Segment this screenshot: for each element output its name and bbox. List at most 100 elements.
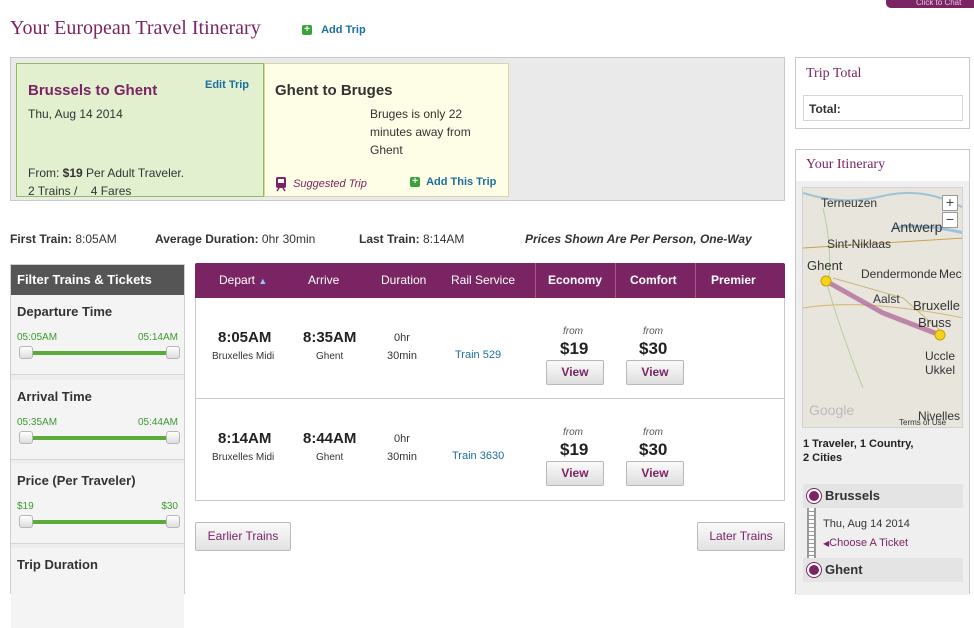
filter-panel: Filter Trains & Tickets Departure Time 0…: [10, 264, 185, 628]
last-train-stat: Last Train: 8:14AM: [359, 232, 464, 246]
suggested-trip-badge: Suggested Trip: [275, 176, 367, 192]
sort-asc-icon: ▲: [258, 276, 268, 286]
plus-icon: +: [410, 177, 420, 188]
range-bar: [21, 351, 176, 355]
itinerary-summary: 1 Traveler, 1 Country, 2 Cities: [803, 437, 913, 465]
route-map[interactable]: Terneuzen Antwerp Sint-Niklaas Ghent Den…: [802, 187, 963, 428]
comfort-from-label: from: [643, 427, 663, 438]
map-label-terneuzen: Terneuzen: [821, 196, 878, 210]
arrive-station: Ghent: [316, 452, 344, 463]
first-train-label: First Train:: [10, 232, 73, 246]
add-this-trip-link[interactable]: + Add This Trip: [410, 176, 496, 188]
map-label-mech: Mech: [939, 267, 962, 281]
comfort-from-label: from: [643, 326, 663, 337]
duration: 0hr 30min: [377, 329, 427, 365]
fares-count: 4 Fares: [90, 184, 132, 198]
from-price: $19: [62, 166, 83, 180]
range-max-handle[interactable]: [166, 431, 180, 444]
column-separator: [695, 263, 696, 298]
range-min-handle[interactable]: [19, 515, 33, 528]
filter-min: 05:05AM: [17, 332, 58, 343]
view-comfort-button[interactable]: View: [626, 461, 684, 486]
filter-min: 05:35AM: [17, 417, 58, 428]
depart-time: 8:14AM: [218, 430, 272, 447]
earlier-trains-button[interactable]: Earlier Trains: [195, 522, 291, 551]
rail-service-link[interactable]: Train 529: [455, 349, 501, 361]
view-comfort-button[interactable]: View: [626, 360, 684, 385]
trip-total-value: Total:: [803, 95, 963, 121]
from-prefix: From:: [28, 166, 63, 180]
economy-from-label: from: [563, 427, 583, 438]
current-trip-card[interactable]: Brussels to Ghent Edit Trip Thu, Aug 14 …: [16, 63, 264, 198]
column-arrive[interactable]: Arrive: [308, 273, 339, 287]
choose-ticket-link[interactable]: ◀Choose A Ticket: [823, 537, 908, 549]
map-label-aalst: Aalst: [873, 292, 900, 306]
range-bar: [21, 520, 176, 524]
range-max-handle[interactable]: [166, 515, 180, 528]
economy-from-label: from: [563, 326, 583, 337]
view-economy-button[interactable]: View: [546, 461, 604, 486]
itinerary-origin: Brussels: [803, 484, 963, 508]
add-trip-link[interactable]: + Add Trip: [302, 24, 366, 36]
table-row: 8:14AM Bruxelles Midi 8:44AM Ghent 0hr 30…: [196, 399, 784, 500]
summary-line: 1 Traveler, 1 Country,: [803, 438, 914, 450]
column-depart[interactable]: Depart ▲: [219, 273, 267, 287]
filter-label: Arrival Time: [17, 389, 92, 404]
stop-marker-icon: [807, 563, 821, 577]
suggested-trip-badge-label: Suggested Trip: [293, 177, 367, 190]
duration-hours: 0hr: [394, 433, 410, 445]
filter-label: Price (Per Traveler): [17, 473, 136, 488]
map-label-ghent: Ghent: [807, 258, 843, 273]
itinerary-date: Thu, Aug 14 2014: [823, 518, 910, 530]
duration: 0hr 30min: [377, 430, 427, 466]
depart-time: 8:05AM: [218, 329, 272, 346]
trip-duration-filter: Trip Duration: [11, 548, 184, 628]
stop-marker-icon: [807, 489, 821, 503]
last-train-value: 8:14AM: [423, 232, 465, 246]
trains-count: 2 Trains /: [28, 184, 78, 198]
zoom-out-icon[interactable]: −: [942, 212, 958, 228]
itinerary-title: Your Itinerary: [806, 157, 886, 172]
filter-max: $30: [161, 501, 178, 512]
range-min-handle[interactable]: [19, 346, 33, 359]
map-label-ukkel: Ukkel: [925, 363, 956, 377]
map-label-sint-niklaas: Sint-Niklaas: [827, 237, 892, 251]
edit-trip-link[interactable]: Edit Trip: [205, 79, 249, 91]
chat-tab[interactable]: Click to Chat: [886, 0, 974, 8]
column-rail-service[interactable]: Rail Service: [451, 273, 515, 287]
arrive-time: 8:44AM: [303, 430, 357, 447]
range-bar: [21, 436, 176, 440]
view-economy-button[interactable]: View: [546, 360, 604, 385]
zoom-in-icon[interactable]: +: [942, 195, 958, 211]
suggested-trip-title: Ghent to Bruges: [275, 82, 393, 99]
add-this-trip-label: Add This Trip: [426, 176, 497, 188]
column-comfort: Comfort: [630, 273, 677, 287]
map-label-bruxelles: Bruxelle: [913, 298, 960, 313]
depart-station: Bruxelles Midi: [212, 452, 275, 463]
column-economy: Economy: [548, 273, 603, 287]
range-min-handle[interactable]: [19, 431, 33, 444]
map-label-dendermonde: Dendermonde: [861, 267, 938, 281]
filter-min: $19: [17, 501, 34, 512]
trip-total-title: Trip Total: [806, 66, 862, 81]
map-terms-link[interactable]: Terms of Use: [899, 418, 946, 427]
summary-line: 2 Cities: [803, 452, 843, 464]
rail-service-link[interactable]: Train 3630: [452, 450, 504, 462]
train-icon: [276, 177, 286, 192]
plus-icon: +: [302, 25, 312, 36]
destination-city: Ghent: [825, 562, 863, 577]
arrive-time: 8:35AM: [303, 329, 357, 346]
first-train-value: 8:05AM: [75, 232, 117, 246]
itinerary-panel: Your Itinerary Terneuzen Antwerp Sint-Ni…: [795, 149, 970, 595]
column-duration[interactable]: Duration: [381, 273, 426, 287]
depart-station: Bruxelles Midi: [212, 351, 275, 362]
range-max-handle[interactable]: [166, 346, 180, 359]
filter-max: 05:14AM: [137, 332, 178, 343]
later-trains-button[interactable]: Later Trains: [697, 522, 785, 551]
first-train-stat: First Train: 8:05AM: [10, 232, 117, 246]
filter-label: Trip Duration: [17, 557, 98, 572]
arrive-station: Ghent: [316, 351, 344, 362]
origin-city: Brussels: [825, 488, 880, 503]
map-label-brussels: Bruss: [918, 315, 952, 330]
column-depart-label: Depart: [219, 273, 256, 287]
